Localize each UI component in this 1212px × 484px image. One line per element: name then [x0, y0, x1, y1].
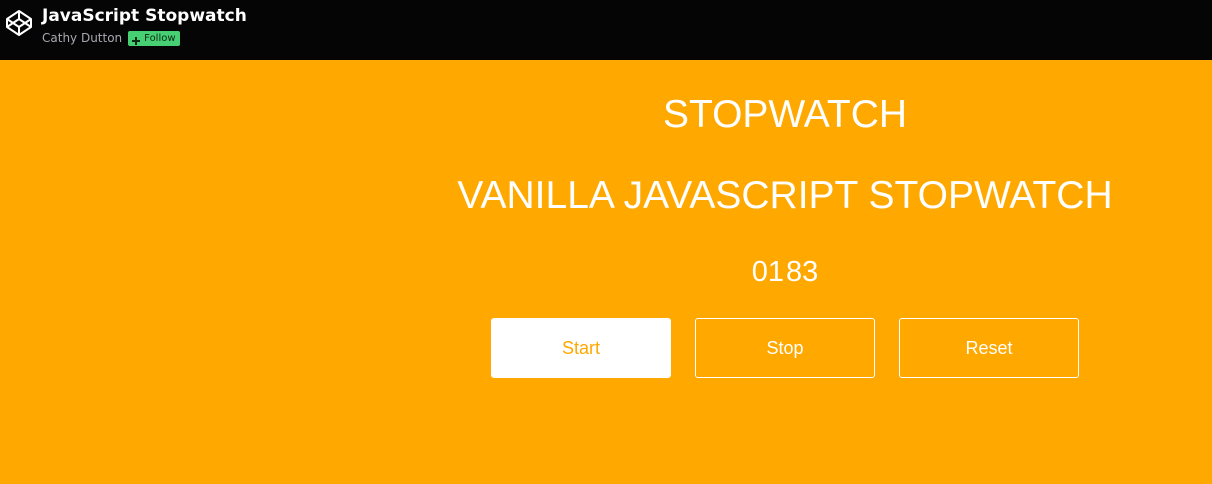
timer-display: 0183 [685, 254, 885, 290]
page-subtitle: VANILLA JAVASCRIPT STOPWATCH [457, 174, 1113, 217]
pen-title: JavaScript Stopwatch [42, 6, 247, 26]
start-button[interactable]: Start [491, 318, 671, 378]
follow-button[interactable]: Follow [128, 30, 180, 46]
page-title: STOPWATCH [662, 93, 908, 136]
codepen-header: JavaScript Stopwatch Cathy Dutton Follow [0, 0, 1212, 60]
tens-display: 83 [786, 256, 819, 288]
reset-button[interactable]: Reset [899, 318, 1079, 378]
seconds-display: 01 [751, 256, 784, 288]
codepen-logo-icon[interactable] [4, 8, 34, 38]
plus-icon [131, 33, 141, 45]
author-row: Cathy Dutton Follow [42, 30, 180, 46]
follow-label: Follow [144, 32, 176, 44]
stopwatch-wrapper: STOPWATCH VANILLA JAVASCRIPT STOPWATCH 0… [0, 60, 1212, 484]
author-name[interactable]: Cathy Dutton [42, 30, 122, 46]
stop-button[interactable]: Stop [695, 318, 875, 378]
